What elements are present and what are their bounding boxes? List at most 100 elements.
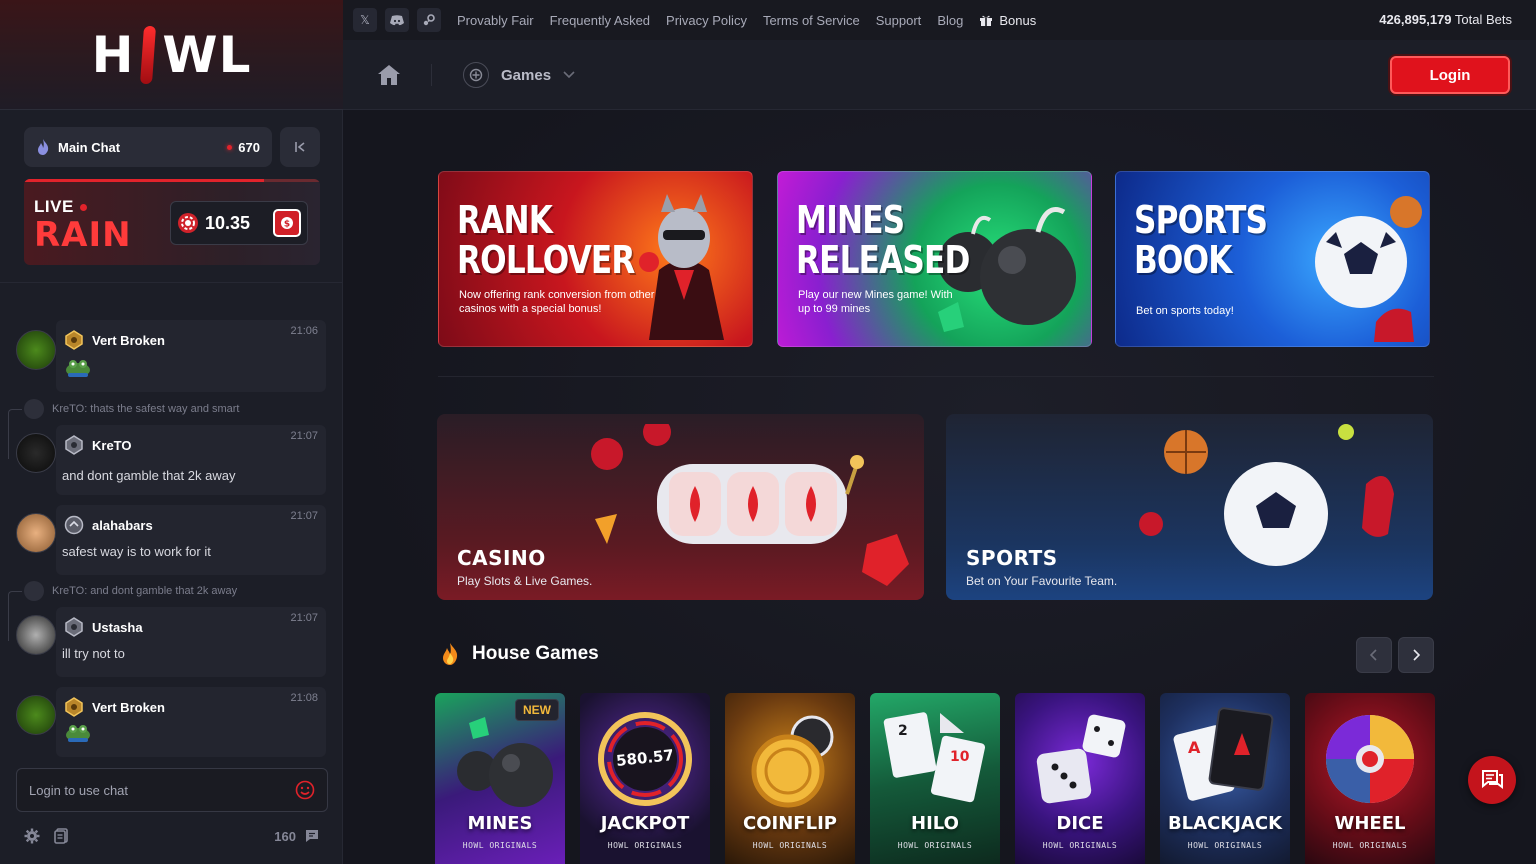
username[interactable]: Vert Broken: [92, 700, 165, 715]
sports-illustration: [1139, 424, 1394, 566]
banner-title-line-1: RANK: [457, 198, 553, 242]
bonus-label: Bonus: [999, 12, 1037, 28]
chat-room-selector[interactable]: Main Chat 670: [24, 127, 272, 167]
message-bubble: [56, 607, 326, 677]
logo-letter-h: H: [91, 25, 135, 84]
emoji-picker-icon[interactable]: [295, 780, 315, 800]
carousel-next-button[interactable]: [1398, 637, 1434, 673]
steam-icon: [423, 14, 435, 26]
game-card-blackjack[interactable]: A BLACKJACK HOWL ORIGINALS: [1160, 693, 1290, 864]
username[interactable]: alahabars: [92, 518, 153, 533]
live-rain-panel: LIVE RAIN 10.35 $: [24, 179, 320, 265]
message-time: 21:08: [290, 692, 318, 704]
chat-message: alahabars 21:07 safest way is to work fo…: [16, 505, 326, 575]
rain-amount: 10.35: [205, 212, 251, 233]
terms-of-service-link[interactable]: Terms of Service: [763, 13, 860, 28]
message-bubble: [56, 687, 326, 757]
game-subtitle: HOWL ORIGINALS: [1332, 841, 1408, 850]
carousel-prev-button[interactable]: [1356, 637, 1392, 673]
x-icon: 𝕏: [360, 13, 370, 27]
privacy-policy-link[interactable]: Privacy Policy: [666, 13, 747, 28]
game-card-hilo[interactable]: 2 10 HILO HOWL ORIGINALS: [870, 693, 1000, 864]
avatar[interactable]: [16, 513, 56, 553]
game-subtitle: HOWL ORIGINALS: [752, 841, 828, 850]
main-navbar: Games Login: [343, 40, 1536, 110]
coin-icon: [751, 715, 834, 808]
username[interactable]: KreTO: [92, 438, 132, 453]
avatar[interactable]: [16, 330, 56, 370]
game-name: WHEEL: [1334, 813, 1406, 834]
silver-rank-badge-icon: [65, 617, 83, 637]
game-name: MINES: [467, 813, 533, 834]
avatar[interactable]: [16, 615, 56, 655]
casino-subtitle: Play Slots & Live Games.: [457, 574, 593, 588]
bonus-link[interactable]: Bonus: [979, 13, 1036, 28]
game-name: BLACKJACK: [1167, 813, 1283, 834]
avatar[interactable]: [16, 695, 56, 735]
support-link[interactable]: Support: [876, 13, 922, 28]
message-time: 21:07: [290, 612, 318, 624]
message-time: 21:06: [290, 325, 318, 337]
blackjack-cards-icon: A: [1173, 707, 1274, 801]
username[interactable]: Vert Broken: [92, 333, 165, 348]
chat-input-box[interactable]: [16, 768, 328, 812]
games-dropdown[interactable]: Games: [463, 62, 575, 88]
reply-avatar: [24, 581, 44, 601]
support-chat-button[interactable]: [1468, 756, 1516, 804]
sportsbook-banner[interactable]: SPORTS BOOK Bet on sports today!: [1115, 171, 1430, 347]
chat-input[interactable]: [29, 782, 295, 798]
slot-machine-illustration: [591, 424, 909, 586]
mines-bomb-icon: [457, 717, 553, 807]
game-card-coinflip[interactable]: COINFLIP HOWL ORIGINALS: [725, 693, 855, 864]
reply-preview[interactable]: KreTO: and dont gamble that 2k away: [24, 581, 237, 601]
game-card-jackpot[interactable]: 580.57 JACKPOT HOWL ORIGINALS: [580, 693, 710, 864]
online-dot-icon: [227, 144, 233, 150]
chevron-down-icon: [563, 71, 575, 79]
home-icon[interactable]: [377, 64, 401, 86]
mines-released-banner[interactable]: MINES RELEASED Play our new Mines game! …: [777, 171, 1092, 347]
message-text: ill try not to: [62, 646, 125, 661]
gear-icon[interactable]: [24, 828, 40, 844]
total-bets-label: Total Bets: [1454, 12, 1512, 27]
rank-rollover-banner[interactable]: RANK ROLLOVER Now offering rank conversi…: [438, 171, 753, 347]
game-subtitle: HOWL ORIGINALS: [1042, 841, 1118, 850]
banner-title: SPORTS BOOK: [1134, 200, 1268, 282]
faq-link[interactable]: Frequently Asked: [550, 13, 650, 28]
provably-fair-link[interactable]: Provably Fair: [457, 13, 534, 28]
rules-document-icon[interactable]: [54, 828, 68, 844]
tip-rain-button[interactable]: $: [273, 209, 301, 237]
avatar[interactable]: [16, 433, 56, 473]
reply-text: KreTO: and dont gamble that 2k away: [52, 585, 238, 597]
banner-title-line-2: BOOK: [1134, 238, 1232, 282]
discord-link[interactable]: [385, 8, 409, 32]
casino-title: CASINO: [457, 546, 546, 570]
game-card-mines[interactable]: NEW MINES HOWL ORIGINALS: [435, 693, 565, 864]
support-chat-icon: [1482, 770, 1503, 789]
username[interactable]: Ustasha: [92, 620, 143, 635]
svg-text:2: 2: [898, 723, 908, 739]
game-subtitle: HOWL ORIGINALS: [897, 841, 973, 850]
rain-live-label: LIVE: [34, 197, 87, 217]
house-games-header: House Games: [440, 643, 599, 665]
banner-title-line-1: MINES: [796, 198, 905, 242]
svg-text:10: 10: [950, 749, 970, 765]
message-bubble: [56, 425, 326, 495]
x-twitter-link[interactable]: 𝕏: [353, 8, 377, 32]
blog-link[interactable]: Blog: [937, 13, 963, 28]
login-button[interactable]: Login: [1390, 56, 1510, 94]
howl-logo[interactable]: H WL: [91, 25, 252, 84]
sports-category-card[interactable]: SPORTS Bet on Your Favourite Team.: [946, 414, 1433, 600]
message-time: 21:07: [290, 430, 318, 442]
dice-icon: [1036, 714, 1126, 804]
chat-message: Vert Broken 21:08: [16, 687, 326, 757]
top-links-bar: 𝕏 Provably Fair Frequently Asked Privacy…: [343, 0, 1536, 40]
banner-subtitle: Now offering rank conversion from other …: [459, 289, 655, 315]
steam-link[interactable]: [417, 8, 441, 32]
game-card-wheel[interactable]: WHEEL HOWL ORIGINALS: [1305, 693, 1435, 864]
game-name: HILO: [911, 813, 959, 834]
reply-preview[interactable]: KreTO: thats the safest way and smart: [24, 399, 240, 419]
collapse-chat-button[interactable]: [280, 127, 320, 167]
game-card-dice[interactable]: DICE HOWL ORIGINALS: [1015, 693, 1145, 864]
chat-users-counter: 160: [274, 828, 320, 844]
casino-category-card[interactable]: CASINO Play Slots & Live Games.: [437, 414, 924, 600]
